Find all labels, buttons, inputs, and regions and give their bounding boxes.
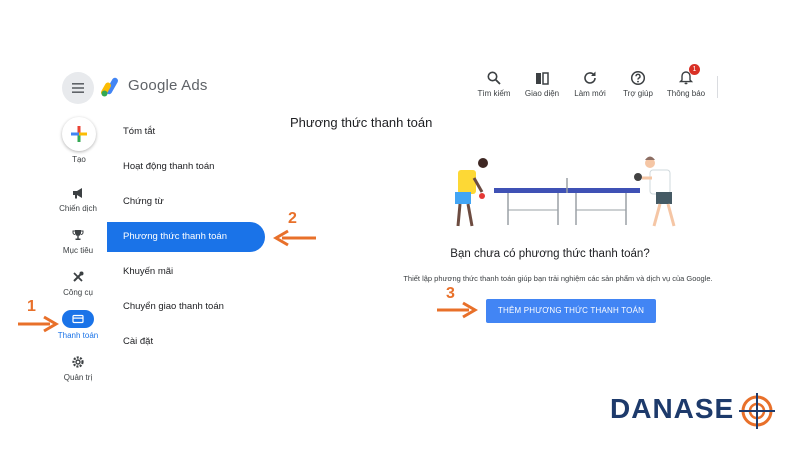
step-2-arrow-icon	[273, 229, 316, 247]
header-tools: Tìm kiếm Giao diện Làm mới Trợ giúp 1 Th…	[470, 64, 710, 110]
credit-card-icon	[72, 314, 84, 324]
nav-admin[interactable]: Quản trị	[50, 355, 106, 382]
top-app-bar: Google Ads Tìm kiếm Giao diện Làm mới Tr…	[0, 62, 800, 114]
appearance-icon	[536, 72, 549, 85]
tools-icon	[73, 271, 84, 282]
refresh-button[interactable]: Làm mới	[566, 70, 614, 110]
submenu-transfer[interactable]: Chuyển giao thanh toán	[107, 292, 265, 322]
nav-billing-pill	[62, 310, 94, 328]
trophy-icon	[72, 230, 84, 240]
submenu-summary[interactable]: Tóm tắt	[107, 117, 265, 147]
step-2-number: 2	[288, 210, 297, 227]
nav-campaigns-label: Chiến dịch	[59, 204, 97, 213]
step-3-arrow-icon	[437, 301, 478, 319]
watermark-text: DANASE	[610, 393, 735, 424]
notifications-button[interactable]: 1 Thông báo	[662, 64, 710, 110]
help-icon	[630, 70, 646, 86]
main-menu-button[interactable]	[62, 72, 94, 104]
search-button[interactable]: Tìm kiếm	[470, 70, 518, 110]
refresh-label: Làm mới	[574, 89, 606, 98]
empty-state-title: Bạn chưa có phương thức thanh toán?	[450, 248, 650, 260]
notifications-label: Thông báo	[666, 89, 706, 98]
header-divider	[717, 76, 718, 98]
help-button[interactable]: Trợ giúp	[614, 70, 662, 110]
megaphone-icon	[73, 188, 82, 199]
plus-icon	[71, 126, 87, 142]
nav-admin-label: Quản trị	[63, 373, 93, 382]
submenu-settings[interactable]: Cài đặt	[107, 327, 265, 357]
submenu-transactions[interactable]: Hoạt động thanh toán	[107, 152, 265, 182]
help-label: Trợ giúp	[623, 89, 653, 98]
appearance-button[interactable]: Giao diện	[518, 70, 566, 110]
brand-name: Google Ads	[128, 77, 208, 94]
nav-goals-label: Mục tiêu	[62, 246, 94, 255]
nav-tools[interactable]: Công cụ	[50, 270, 106, 297]
search-label: Tìm kiếm	[477, 89, 511, 98]
submenu-promotions[interactable]: Khuyến mãi	[107, 257, 265, 287]
add-payment-method-button[interactable]: THÊM PHƯƠNG THỨC THANH TOÁN	[486, 299, 656, 323]
empty-state-description: Thiết lập phương thức thanh toán giúp bạ…	[403, 274, 713, 283]
page-title: Phương thức thanh toán	[290, 115, 433, 130]
nav-goals[interactable]: Mục tiêu	[50, 228, 106, 255]
google-ads-logo-icon	[101, 77, 118, 97]
create-button[interactable]	[62, 117, 96, 151]
submenu-documents[interactable]: Chứng từ	[107, 187, 265, 217]
hamburger-icon	[72, 83, 84, 93]
step-1-arrow-icon	[18, 315, 59, 333]
nav-campaigns[interactable]: Chiến dịch	[50, 186, 106, 213]
ping-pong-illustration	[455, 156, 676, 227]
target-logo-icon	[739, 393, 775, 429]
submenu-payment-methods[interactable]: Phương thức thanh toán	[107, 222, 265, 252]
appearance-label: Giao diện	[524, 89, 560, 98]
create-label: Tạo	[72, 155, 86, 164]
notification-badge: 1	[689, 64, 700, 75]
nav-tools-label: Công cụ	[63, 288, 93, 297]
step-1-number: 1	[27, 298, 36, 315]
gear-icon	[72, 356, 84, 368]
search-icon	[487, 71, 501, 85]
refresh-icon	[584, 71, 596, 84]
